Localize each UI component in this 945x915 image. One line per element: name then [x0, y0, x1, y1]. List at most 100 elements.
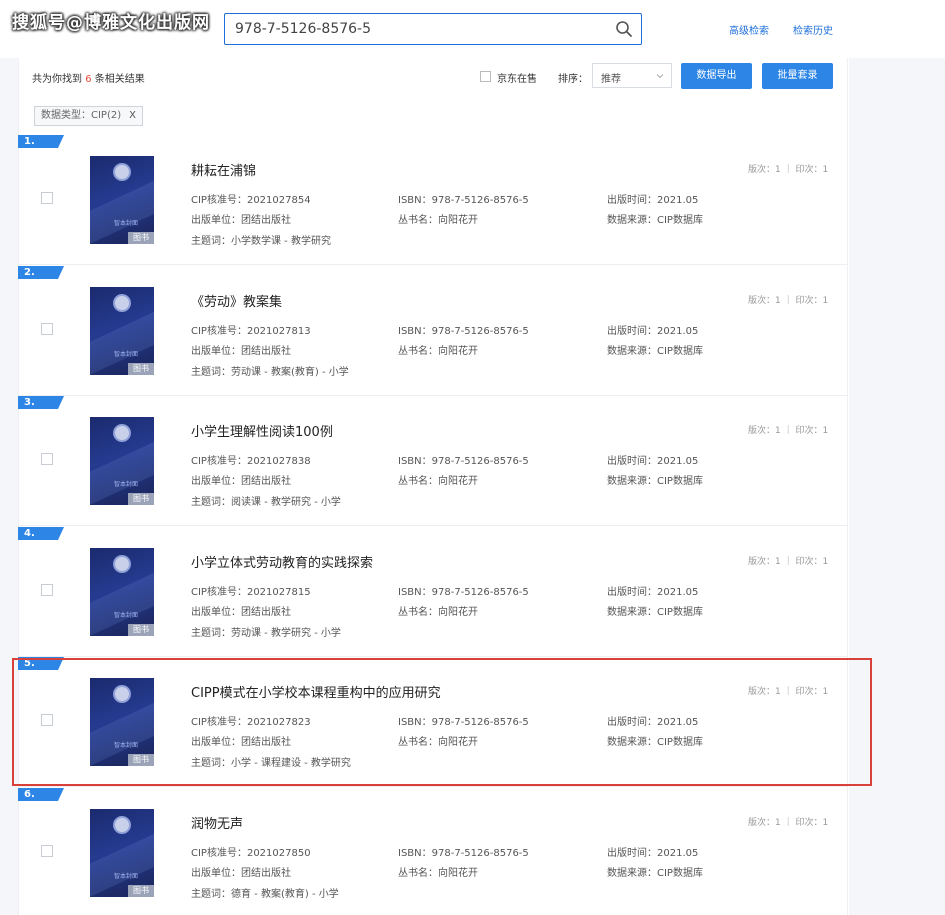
chevron-down-icon — [656, 74, 664, 79]
export-data-button[interactable]: 数据导出 — [681, 63, 752, 89]
result-item: 2. 智本封面图书 《劳动》教案集 CIP核准号：2021027813 ISBN：978… — [18, 266, 848, 396]
cover-text: 智本封面 — [114, 742, 139, 749]
result-title[interactable]: CIPP模式在小学校本课程重构中的应用研究 — [191, 682, 441, 701]
cover-text: 智本封面 — [114, 351, 139, 358]
result-pubdate: 出版时间：2021.05 — [607, 195, 699, 206]
result-checkbox[interactable] — [41, 714, 53, 726]
result-title[interactable]: 小学立体式劳动教育的实践探索 — [191, 552, 373, 571]
result-cip: CIP核准号：2021027850 — [191, 848, 311, 859]
result-number: 5. — [24, 658, 35, 669]
result-prefix: 共为你找到 — [32, 74, 82, 85]
cover-seal — [113, 685, 131, 703]
search-history-link[interactable]: 检索历史 — [793, 22, 833, 37]
result-title[interactable]: 《劳动》教案集 — [191, 291, 282, 310]
filter-tag-label: 数据类型：CIP(2) — [41, 110, 122, 121]
cover-seal — [113, 294, 131, 312]
result-publisher: 出版单位：团结出版社 — [191, 607, 291, 618]
result-source: 数据来源：CIP数据库 — [607, 737, 703, 748]
result-isbn: ISBN：978-7-5126-8576-5 — [398, 195, 529, 206]
cover-seal — [113, 816, 131, 834]
cover-seal — [113, 424, 131, 442]
result-count: 6 — [85, 74, 92, 85]
result-item: 4. 智本封面图书 小学立体式劳动教育的实践探索 CIP核准号：2021027815 I… — [18, 527, 848, 657]
result-source: 数据来源：CIP数据库 — [607, 607, 703, 618]
result-checkbox[interactable] — [41, 323, 53, 335]
book-cover-image[interactable]: 智本封面图书 — [90, 548, 154, 636]
book-cover-image[interactable]: 智本封面图书 — [90, 156, 154, 244]
result-checkbox[interactable] — [41, 453, 53, 465]
book-cover-image[interactable]: 智本封面图书 — [90, 417, 154, 505]
result-title[interactable]: 润物无声 — [191, 813, 243, 832]
result-series: 丛书名：向阳花开 — [398, 346, 478, 357]
result-series: 丛书名：向阳花开 — [398, 607, 478, 618]
cover-type-tag: 图书 — [128, 624, 154, 636]
result-subject: 主题词：小学数学课 - 教学研究 — [191, 236, 331, 247]
results-toolbar: 共为你找到 6 条相关结果 京东在售 排序： 推荐 数据导出 批量套录 — [32, 63, 833, 91]
cover-text: 智本封面 — [114, 612, 139, 619]
result-cip: CIP核准号：2021027813 — [191, 326, 311, 337]
result-source: 数据来源：CIP数据库 — [607, 346, 703, 357]
close-icon[interactable]: X — [129, 110, 136, 121]
cover-text: 智本封面 — [114, 220, 139, 227]
result-cip: CIP核准号：2021027823 — [191, 717, 311, 728]
left-background — [0, 58, 18, 915]
result-edition: 版次：1 ｜ 印次：1 — [748, 557, 829, 567]
result-publisher: 出版单位：团结出版社 — [191, 215, 291, 226]
result-title[interactable]: 耕耘在浦锦 — [191, 160, 256, 179]
cover-type-tag: 图书 — [128, 363, 154, 375]
book-cover-image[interactable]: 智本封面图书 — [90, 678, 154, 766]
result-subject: 主题词：劳动课 - 教案(教育) - 小学 — [191, 367, 349, 378]
result-series: 丛书名：向阳花开 — [398, 476, 478, 487]
result-source: 数据来源：CIP数据库 — [607, 476, 703, 487]
result-series: 丛书名：向阳花开 — [398, 215, 478, 226]
result-title[interactable]: 小学生理解性阅读100例 — [191, 421, 333, 440]
result-item: 5. 智本封面图书 CIPP模式在小学校本课程重构中的应用研究 CIP核准号：2021… — [18, 657, 848, 787]
cover-seal — [113, 555, 131, 573]
result-series: 丛书名：向阳花开 — [398, 737, 478, 748]
batch-catalog-button[interactable]: 批量套录 — [762, 63, 833, 89]
sort-select[interactable]: 推荐 — [592, 63, 672, 88]
result-summary: 共为你找到 6 条相关结果 — [32, 70, 145, 85]
result-number-flag: 4. — [18, 527, 64, 540]
jd-on-sale-label: 京东在售 — [497, 74, 537, 85]
result-checkbox[interactable] — [41, 845, 53, 857]
book-cover-image[interactable]: 智本封面图书 — [90, 809, 154, 897]
cover-type-tag: 图书 — [128, 754, 154, 766]
result-source: 数据来源：CIP数据库 — [607, 215, 703, 226]
result-subject: 主题词：小学 - 课程建设 - 教学研究 — [191, 758, 351, 769]
result-number-flag: 1. — [18, 135, 64, 148]
result-pubdate: 出版时间：2021.05 — [607, 326, 699, 337]
cover-type-tag: 图书 — [128, 232, 154, 244]
book-cover-image[interactable]: 智本封面图书 — [90, 287, 154, 375]
jd-on-sale-checkbox[interactable] — [480, 71, 491, 82]
result-isbn: ISBN：978-7-5126-8576-5 — [398, 326, 529, 337]
result-cip: CIP核准号：2021027854 — [191, 195, 311, 206]
result-number-flag: 5. — [18, 657, 64, 670]
search-icon[interactable] — [615, 20, 633, 38]
sort-label: 排序： — [558, 74, 588, 85]
search-input[interactable] — [225, 14, 595, 44]
advanced-search-link[interactable]: 高级检索 — [729, 22, 769, 37]
result-pubdate: 出版时间：2021.05 — [607, 848, 699, 859]
result-isbn: ISBN：978-7-5126-8576-5 — [398, 848, 529, 859]
watermark: 搜狐号@博雅文化出版网 — [12, 13, 210, 33]
result-number-flag: 6. — [18, 788, 64, 801]
result-isbn: ISBN：978-7-5126-8576-5 — [398, 587, 529, 598]
result-cip: CIP核准号：2021027838 — [191, 456, 311, 467]
cover-text: 智本封面 — [114, 873, 139, 880]
result-edition: 版次：1 ｜ 印次：1 — [748, 687, 829, 697]
cover-type-tag: 图书 — [128, 885, 154, 897]
result-number-flag: 2. — [18, 266, 64, 279]
result-cip: CIP核准号：2021027815 — [191, 587, 311, 598]
result-number: 4. — [24, 528, 35, 539]
result-checkbox[interactable] — [41, 192, 53, 204]
cover-text: 智本封面 — [114, 481, 139, 488]
cover-type-tag: 图书 — [128, 493, 154, 505]
result-pubdate: 出版时间：2021.05 — [607, 456, 699, 467]
result-subject: 主题词：阅读课 - 教学研究 - 小学 — [191, 497, 341, 508]
result-pubdate: 出版时间：2021.05 — [607, 717, 699, 728]
result-checkbox[interactable] — [41, 584, 53, 596]
result-edition: 版次：1 ｜ 印次：1 — [748, 818, 829, 828]
cover-seal — [113, 163, 131, 181]
result-edition: 版次：1 ｜ 印次：1 — [748, 296, 829, 306]
